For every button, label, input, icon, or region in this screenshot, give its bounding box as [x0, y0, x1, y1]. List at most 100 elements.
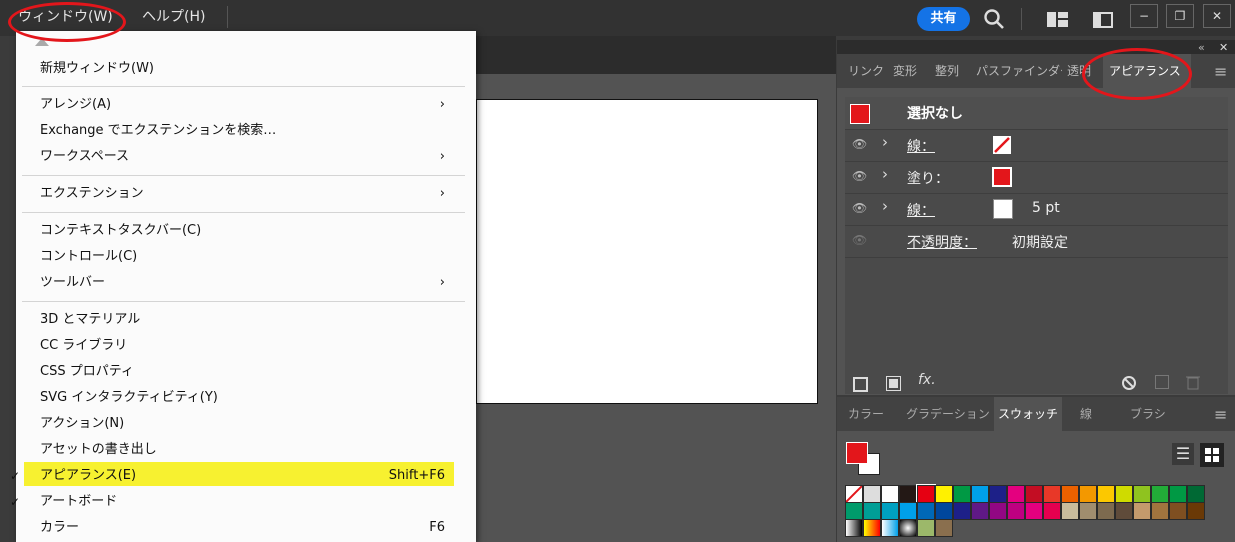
- swatch[interactable]: [989, 502, 1007, 520]
- fill-label[interactable]: 塗り：: [907, 168, 949, 188]
- swatch-gradient[interactable]: [845, 519, 863, 537]
- swatch[interactable]: [1079, 502, 1097, 520]
- grid-view-icon[interactable]: [1200, 443, 1224, 467]
- share-button[interactable]: 共有: [917, 7, 970, 31]
- trash-icon[interactable]: [1186, 374, 1200, 390]
- collapse-icon[interactable]: «: [1198, 41, 1205, 54]
- search-icon[interactable]: [982, 7, 1006, 31]
- none-swatch-icon[interactable]: [993, 136, 1011, 154]
- restore-button[interactable]: ❐: [1166, 4, 1194, 28]
- swatch-registration[interactable]: [863, 485, 881, 503]
- list-view-icon[interactable]: ☰: [1172, 443, 1194, 465]
- swatch-gradient[interactable]: [881, 519, 899, 537]
- stroke-swatch[interactable]: [993, 199, 1013, 219]
- swatch[interactable]: [1043, 485, 1061, 503]
- swatch[interactable]: [1151, 502, 1169, 520]
- swatch[interactable]: [953, 502, 971, 520]
- swatch[interactable]: [1169, 485, 1187, 503]
- swatch[interactable]: [1133, 485, 1151, 503]
- swatch-pattern[interactable]: [935, 519, 953, 537]
- minimize-button[interactable]: −: [1130, 4, 1158, 28]
- swatch[interactable]: [971, 485, 989, 503]
- close-panel-icon[interactable]: ✕: [1219, 41, 1228, 54]
- swatch[interactable]: [845, 502, 863, 520]
- fill-swatch[interactable]: [992, 167, 1012, 187]
- add-fill-icon[interactable]: [886, 376, 901, 391]
- add-stroke-icon[interactable]: [853, 377, 868, 392]
- appearance-row-stroke[interactable]: 👁 › 線：: [845, 130, 1228, 162]
- menu-item[interactable]: CC ライブラリ: [40, 333, 445, 359]
- menu-item[interactable]: アクション(N): [40, 411, 445, 437]
- panel-menu-icon[interactable]: ≡: [1214, 62, 1227, 81]
- menu-help[interactable]: ヘルプ(H): [142, 6, 205, 28]
- chevron-right-icon[interactable]: ›: [882, 197, 888, 215]
- menu-item[interactable]: Exchange でエクステンションを検索…: [40, 118, 445, 144]
- swatch[interactable]: [1061, 502, 1079, 520]
- menu-item[interactable]: 新規ウィンドウ(W): [40, 56, 445, 82]
- tab-swatches[interactable]: スウォッチ: [994, 397, 1062, 431]
- eye-icon[interactable]: 👁: [852, 169, 867, 183]
- appearance-row-opacity[interactable]: 👁 不透明度： 初期設定: [845, 226, 1228, 258]
- menu-item[interactable]: アレンジ(A) ›: [40, 92, 445, 118]
- tab-gradient[interactable]: グラデーション: [906, 397, 990, 431]
- swatch-gradient[interactable]: [899, 519, 917, 537]
- menu-item[interactable]: コンテキストタスクバー(C): [40, 218, 445, 244]
- tab-links[interactable]: リンク: [848, 54, 884, 88]
- tab-align[interactable]: 整列: [935, 54, 959, 88]
- swatch[interactable]: [881, 502, 899, 520]
- tab-brush[interactable]: ブラシ: [1130, 397, 1166, 431]
- appearance-row-stroke-2[interactable]: 👁 › 線： 5 pt: [845, 194, 1228, 226]
- tab-color[interactable]: カラー: [848, 397, 884, 431]
- eye-icon[interactable]: 👁: [852, 201, 867, 215]
- swatch[interactable]: [1079, 485, 1097, 503]
- swatch[interactable]: [935, 502, 953, 520]
- stroke-label[interactable]: 線：: [907, 136, 935, 156]
- swatch[interactable]: [1007, 502, 1025, 520]
- menu-item[interactable]: アセットの書き出し: [40, 437, 445, 463]
- swatch[interactable]: [1061, 485, 1079, 503]
- swatch[interactable]: [1187, 502, 1205, 520]
- swatch[interactable]: [1007, 485, 1025, 503]
- menu-item[interactable]: ツールバー ›: [40, 270, 445, 296]
- menu-item[interactable]: ✓ アートボード: [10, 489, 445, 515]
- swatch[interactable]: [917, 502, 935, 520]
- arrange-documents-icon[interactable]: [1047, 12, 1069, 28]
- menu-item[interactable]: カラー F6: [40, 515, 445, 541]
- swatch-pattern[interactable]: [917, 519, 935, 537]
- swatch[interactable]: [1115, 502, 1133, 520]
- swatch[interactable]: [1187, 485, 1205, 503]
- fx-icon[interactable]: fx.: [918, 372, 936, 388]
- swatch[interactable]: [971, 502, 989, 520]
- swatch[interactable]: [1151, 485, 1169, 503]
- swatch-none[interactable]: [845, 485, 863, 503]
- swatch[interactable]: [1169, 502, 1187, 520]
- eye-icon[interactable]: 👁: [852, 233, 867, 247]
- menu-item[interactable]: CSS プロパティ: [40, 359, 445, 385]
- swatch-gradient[interactable]: [863, 519, 881, 537]
- opacity-value[interactable]: 初期設定: [1012, 232, 1068, 252]
- tab-stroke[interactable]: 線: [1080, 397, 1092, 431]
- menu-item[interactable]: ワークスペース ›: [40, 144, 445, 170]
- appearance-row-fill[interactable]: 👁 › 塗り：: [845, 162, 1228, 194]
- swatch[interactable]: [899, 485, 917, 503]
- chevron-right-icon[interactable]: ›: [882, 165, 888, 183]
- menu-item-appearance[interactable]: ✓ アピアランス(E) Shift+F6: [10, 463, 445, 489]
- swatch[interactable]: [1097, 485, 1115, 503]
- swatch[interactable]: [863, 502, 881, 520]
- swatch[interactable]: [1097, 502, 1115, 520]
- swatch[interactable]: [1025, 502, 1043, 520]
- swatch[interactable]: [1115, 485, 1133, 503]
- stroke-weight[interactable]: 5 pt: [1032, 200, 1060, 216]
- fill-proxy[interactable]: [846, 442, 868, 464]
- menu-item[interactable]: SVG インタラクティビティ(Y): [40, 385, 445, 411]
- swatch[interactable]: [989, 485, 1007, 503]
- swatch[interactable]: [953, 485, 971, 503]
- swatch[interactable]: [935, 485, 953, 503]
- swatch[interactable]: [899, 502, 917, 520]
- swatch[interactable]: [881, 485, 899, 503]
- clear-appearance-icon[interactable]: [1121, 375, 1137, 391]
- panel-menu-icon[interactable]: ≡: [1214, 405, 1227, 424]
- artboard[interactable]: [476, 99, 818, 404]
- tab-pathfinder[interactable]: パスファインダー: [976, 54, 1062, 88]
- menu-item[interactable]: コントロール(C): [40, 244, 445, 270]
